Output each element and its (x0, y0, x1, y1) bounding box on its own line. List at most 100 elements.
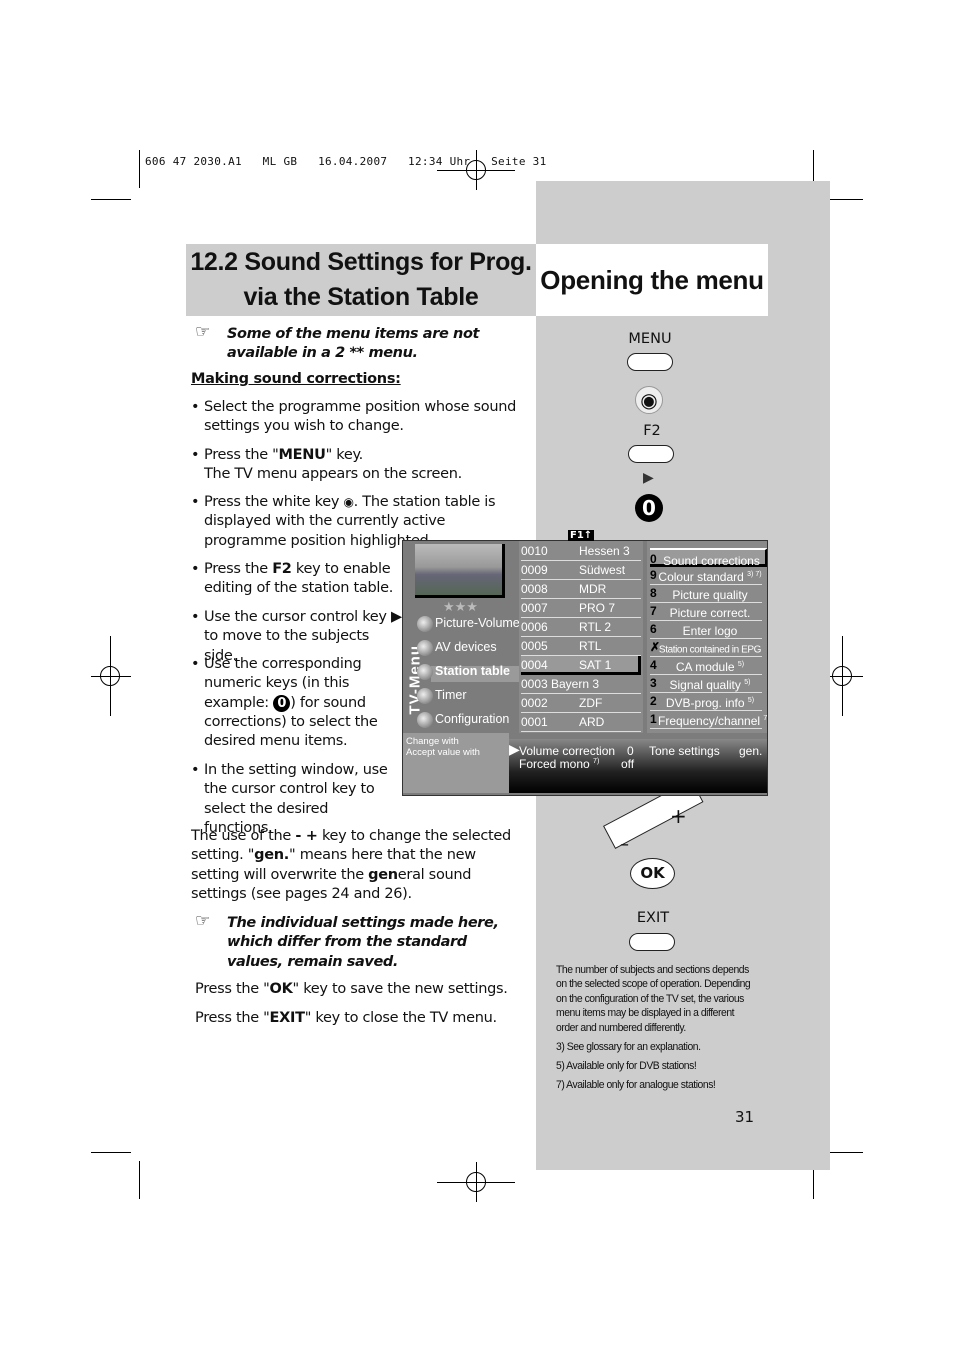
eye-key-icon[interactable]: ◉ (635, 386, 663, 414)
option-label: Picture quality (672, 588, 748, 602)
station-name: PRO 7 (579, 601, 616, 615)
menu-item-timer[interactable]: Timer (435, 688, 466, 702)
section-heading: Making sound corrections: (191, 371, 401, 387)
station-number: 0002 (521, 696, 548, 710)
exit-key[interactable] (629, 933, 675, 951)
rating-stars: ★★★ (443, 599, 478, 614)
station-name: ARD (579, 715, 605, 729)
option-number: 3 (650, 676, 657, 690)
station-number: 0004 (521, 658, 548, 672)
option-row[interactable]: ✗ Station contained in EPG (650, 638, 762, 657)
station-number: 0007 (521, 601, 548, 615)
option-number: 9 (650, 568, 657, 582)
station-name: MDR (579, 582, 607, 596)
option-label: Station contained in EPG (658, 644, 762, 656)
option-row[interactable]: 7 Picture correct. (650, 602, 762, 621)
station-number: 0005 (521, 639, 548, 653)
station-number: 0009 (521, 563, 548, 577)
note-availability: ☞ Some of the menu items are not availabl… (195, 322, 480, 362)
option-number: 2 (650, 694, 657, 708)
station-row[interactable]: 0003 Bayern 3 (521, 675, 641, 694)
option-label: Signal quality (669, 678, 741, 692)
option-row[interactable]: 1Frequency/channel 7) (650, 710, 767, 729)
crop-mark (139, 150, 140, 188)
station-row[interactable]: 0009 Südwest (521, 561, 641, 580)
thumbnail-image (415, 544, 505, 598)
eye-icon: ◉ (343, 495, 354, 509)
key-zero-icon: 0 (273, 694, 291, 712)
option-row[interactable]: 9 Colour standard 3) 7) (650, 566, 762, 585)
station-row[interactable]: 0007 PRO 7 (521, 599, 641, 618)
station-number: 0010 (521, 544, 548, 558)
tone-settings-value[interactable]: gen. (739, 744, 762, 758)
key-zero[interactable]: 0 (635, 494, 663, 522)
step-numeric-keys: Use the corresponding numeric keys (in t… (191, 655, 391, 751)
option-number: 7 (650, 604, 657, 618)
volume-correction-label[interactable]: Volume correction (519, 744, 615, 758)
pointing-hand-icon: ☞ (195, 911, 210, 931)
option-number: 8 (650, 586, 657, 600)
cursor-right-icon: ▶ (643, 470, 654, 486)
crop-mark (91, 1152, 131, 1153)
ok-key[interactable]: OK (630, 858, 675, 889)
option-row[interactable]: 4 CA module 5) (650, 656, 762, 675)
menu-item-av-devices[interactable]: AV devices (435, 640, 497, 654)
crop-mark (139, 1161, 140, 1199)
footnote: 7) Available only for analogue stations! (556, 1079, 716, 1091)
step-select-programme: Select the programme position whose soun… (191, 398, 533, 437)
ok-instruction: Press the "OK" key to save the new setti… (195, 981, 508, 997)
f2-key[interactable] (628, 445, 674, 463)
option-row[interactable]: 6 Enter logo (650, 620, 762, 639)
plus-label: + (670, 804, 687, 828)
option-label: CA module (675, 660, 735, 674)
station-row[interactable]: 0006 RTL 2 (521, 618, 641, 637)
station-name: SAT 1 (579, 658, 612, 672)
volume-correction-value[interactable]: 0 (627, 744, 634, 758)
station-row[interactable]: 0004 SAT 1 (521, 656, 641, 675)
option-label: Picture correct. (669, 606, 751, 620)
note-settings-saved: ☞ The individual settings made here, whic… (195, 911, 499, 970)
menu-key[interactable] (627, 353, 673, 371)
tv-menu-screenshot: ★★★ TV-Menu Picture-Volume AV devices St… (402, 540, 768, 796)
option-row[interactable]: 3 Signal quality 5) (650, 674, 762, 693)
section-title: 12.2 Sound Settings for Prog. via the Sta… (186, 244, 536, 316)
station-number: 0003 (521, 677, 548, 691)
forced-mono-label[interactable]: Forced mono (519, 757, 590, 771)
station-row[interactable]: 0001 ARD (521, 713, 641, 732)
pointing-hand-icon: ☞ (195, 322, 210, 342)
station-row[interactable]: 0010 Hessen 3 (521, 542, 641, 561)
option-label: DVB-prog. info (665, 696, 745, 710)
station-name: RTL (579, 639, 602, 653)
station-number: 0001 (521, 715, 548, 729)
station-row[interactable]: 0005 RTL (521, 637, 641, 656)
footnote: 3) See glossary for an explanation. (556, 1041, 701, 1053)
menu-item-station-table[interactable]: Station table (435, 664, 510, 678)
crop-mark (91, 199, 131, 200)
option-label: Frequency/channel (658, 714, 761, 728)
option-number: 6 (650, 622, 657, 636)
menu-item-picture-volume[interactable]: Picture-Volume (435, 616, 520, 630)
page-number: 31 (735, 1108, 755, 1126)
hint-box: Change with Accept value with (403, 733, 509, 793)
footnote: 5) Available only for DVB stations! (556, 1060, 697, 1072)
option-row[interactable]: 0 Sound corrections (650, 548, 767, 568)
station-row[interactable]: 0002 ZDF (521, 694, 641, 713)
forced-mono-value[interactable]: off (621, 757, 634, 771)
step-press-menu: Press the "MENU" key.The TV menu appears… (191, 446, 521, 485)
station-row[interactable]: 0008 MDR (521, 580, 641, 599)
option-label: Enter logo (682, 624, 738, 638)
tone-settings-label[interactable]: Tone settings (649, 744, 720, 758)
side-title: Opening the menu (536, 244, 768, 316)
station-number: 0008 (521, 582, 548, 596)
option-row[interactable]: 2 DVB-prog. info 5) (650, 692, 762, 711)
menu-item-configuration[interactable]: Configuration (435, 712, 509, 726)
station-name: ZDF (579, 696, 603, 710)
station-name: Südwest (579, 563, 626, 577)
step-press-f2: Press the F2 key to enable editing of th… (191, 560, 396, 599)
minus-label: – (620, 834, 629, 855)
exit-key-label: EXIT (636, 910, 670, 926)
station-number: 0006 (521, 620, 548, 634)
paragraph-change-value: The use of the - + key to change the sel… (191, 828, 511, 902)
option-row[interactable]: 8 Picture quality (650, 584, 762, 603)
station-name: Bayern 3 (551, 677, 600, 691)
